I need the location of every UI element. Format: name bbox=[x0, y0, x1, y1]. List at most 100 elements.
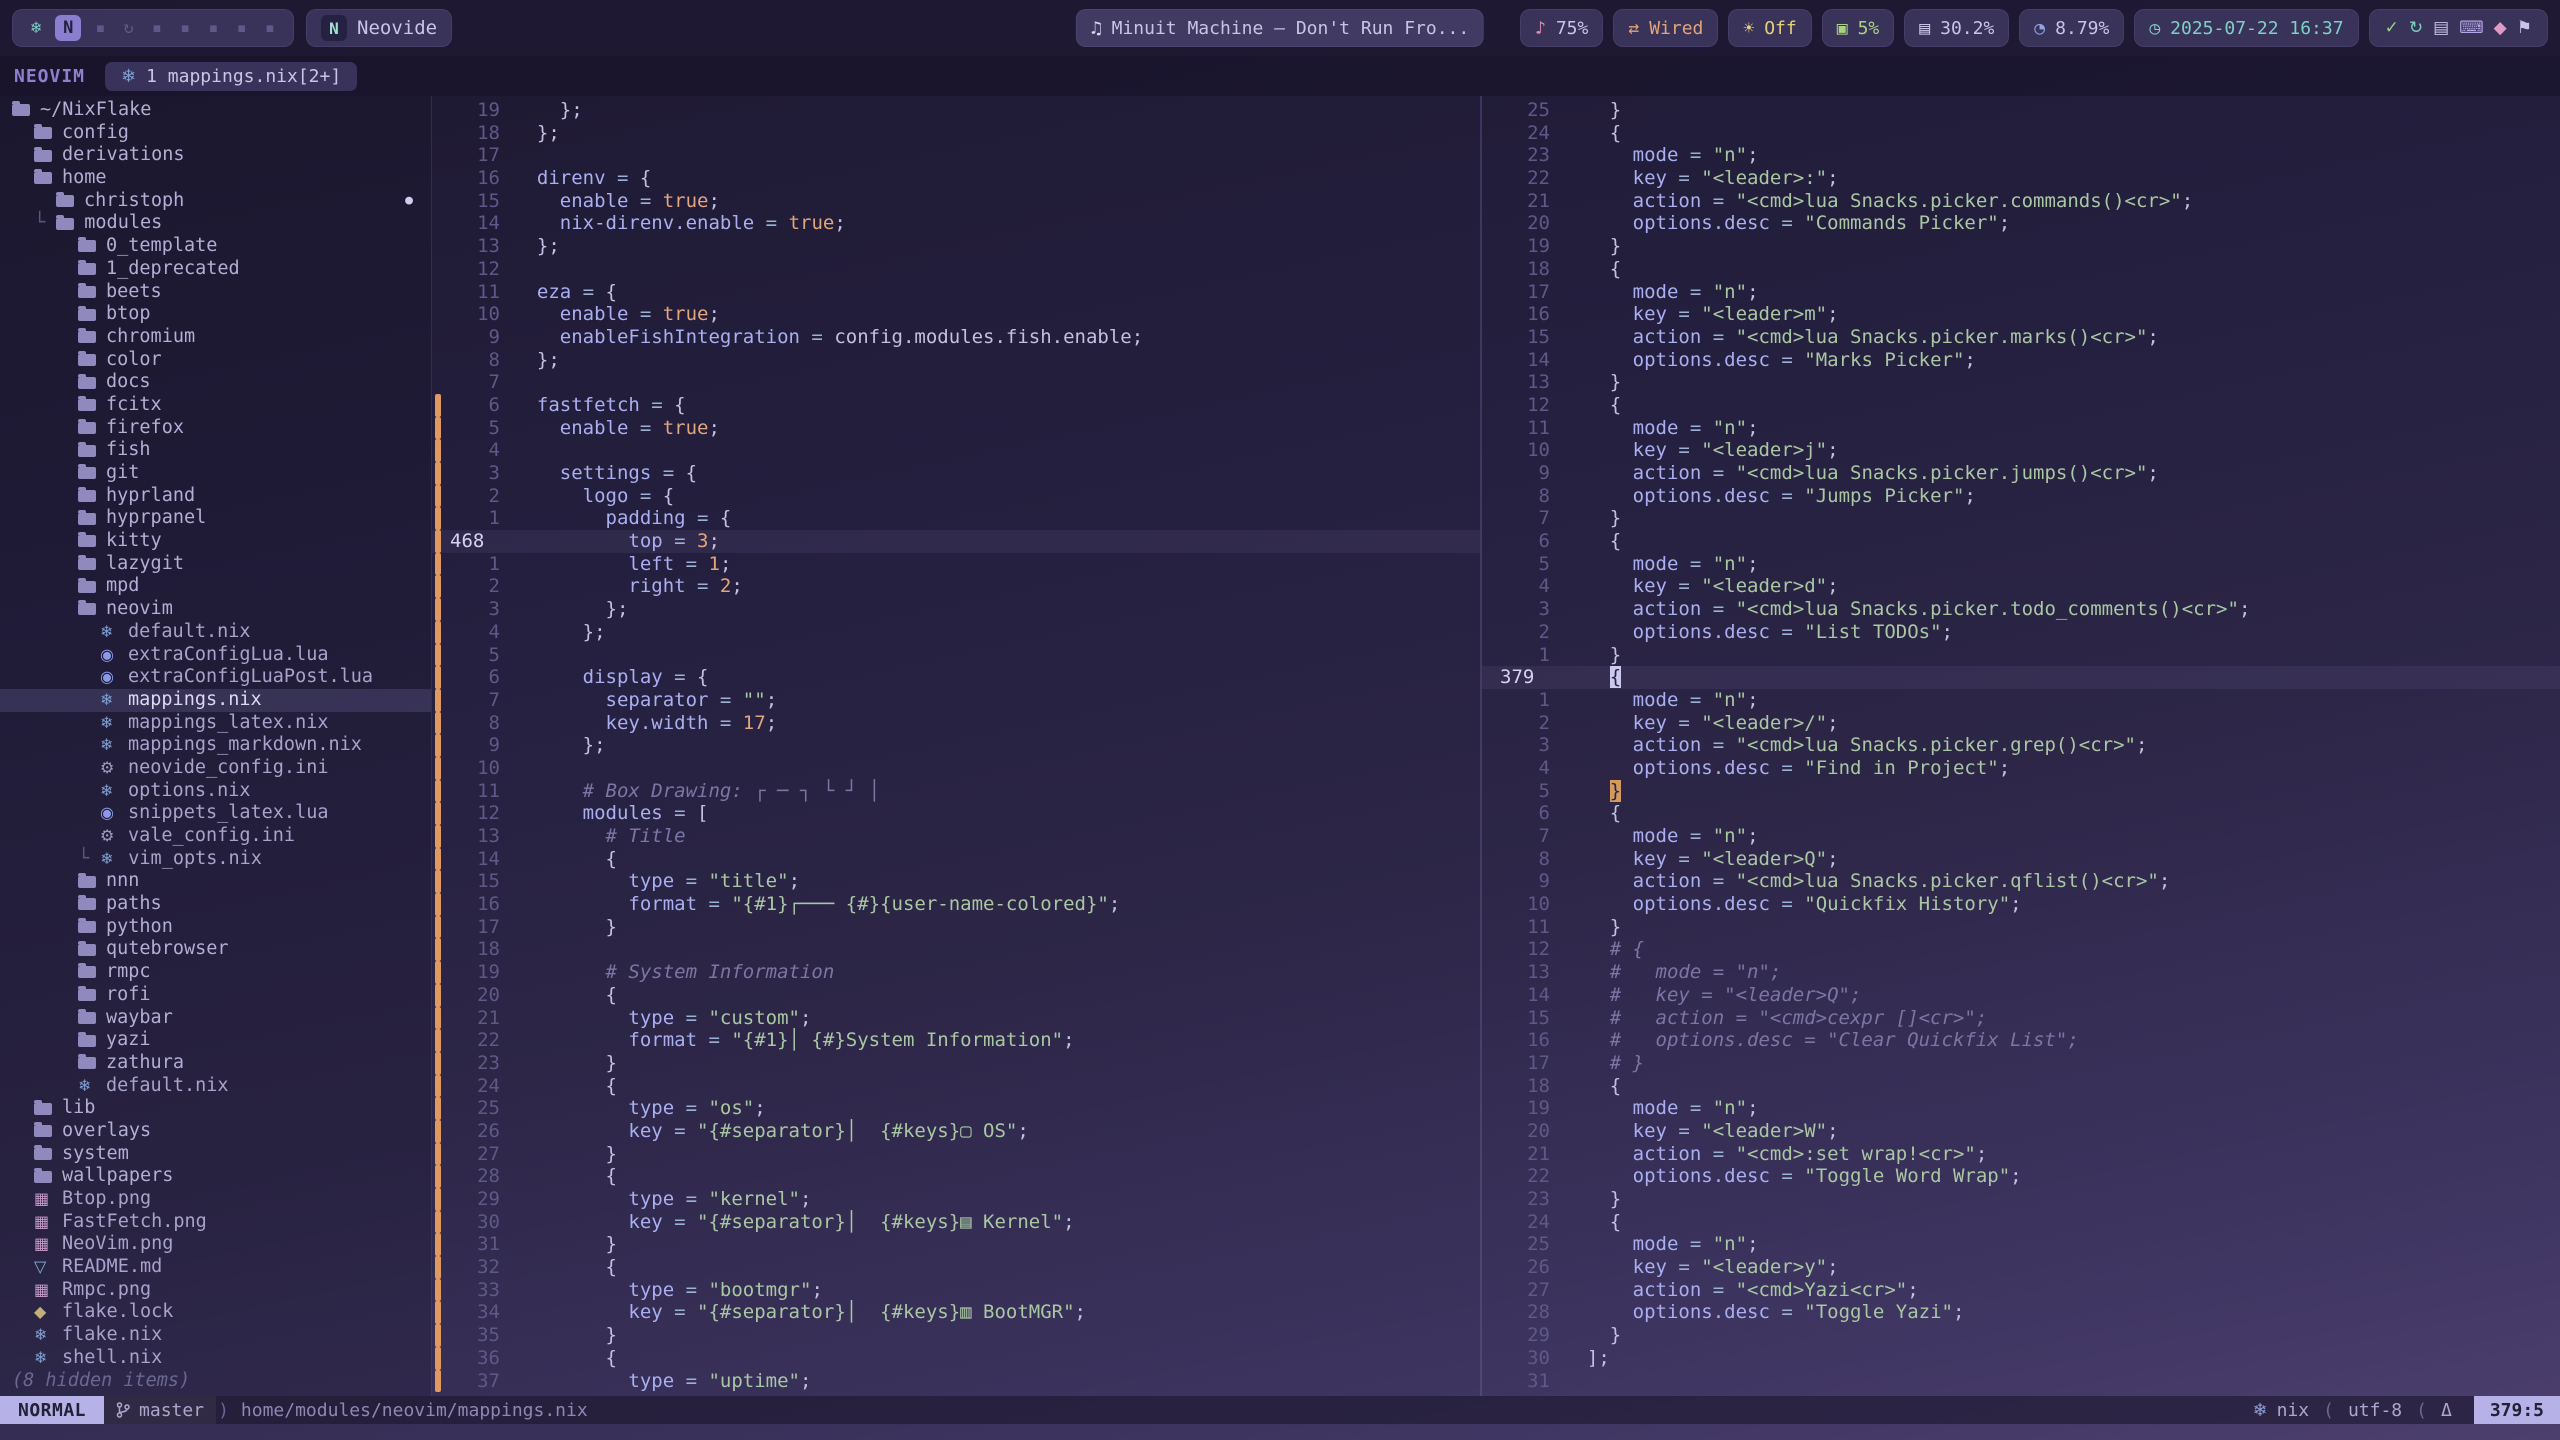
code-line[interactable]: 8 options.desc = "Jumps Picker"; bbox=[1482, 485, 2560, 508]
tree-item-flake.lock[interactable]: ◆flake.lock bbox=[0, 1301, 431, 1324]
code-line[interactable]: 4 options.desc = "Find in Project"; bbox=[1482, 757, 2560, 780]
code-line[interactable]: 22 format = "{#1}│ {#}System Information… bbox=[432, 1029, 1480, 1052]
tree-item-config[interactable]: config bbox=[0, 122, 431, 145]
code-line[interactable]: 2 options.desc = "List TODOs"; bbox=[1482, 621, 2560, 644]
code-line[interactable]: 2 logo = { bbox=[432, 485, 1480, 508]
tree-item-extraConfigLuaPost.lua[interactable]: ◉extraConfigLuaPost.lua bbox=[0, 666, 431, 689]
module-clock[interactable]: ◷2025-07-22 16:37 bbox=[2134, 9, 2358, 47]
code-line[interactable]: 21 type = "custom"; bbox=[432, 1007, 1480, 1030]
code-line[interactable]: 6 fastfetch = { bbox=[432, 394, 1480, 417]
workspace-7[interactable]: ▪ bbox=[204, 18, 222, 38]
code-line[interactable]: 14 nix-direnv.enable = true; bbox=[432, 212, 1480, 235]
code-line[interactable]: 13 }; bbox=[432, 235, 1480, 258]
code-line[interactable]: 9 action = "<cmd>lua Snacks.picker.qflis… bbox=[1482, 870, 2560, 893]
tree-item-chromium[interactable]: chromium bbox=[0, 326, 431, 349]
code-line[interactable]: 23 } bbox=[432, 1052, 1480, 1075]
code-line[interactable]: 21 action = "<cmd>lua Snacks.picker.comm… bbox=[1482, 190, 2560, 213]
code-line[interactable]: 13 # Title bbox=[432, 825, 1480, 848]
tree-item-rmpc[interactable]: rmpc bbox=[0, 961, 431, 984]
tree-item-git[interactable]: git bbox=[0, 462, 431, 485]
tree-item-shell.nix[interactable]: ❄shell.nix bbox=[0, 1347, 431, 1370]
code-line[interactable]: 16 format = "{#1}┌─── {#}{user-name-colo… bbox=[432, 893, 1480, 916]
code-line[interactable]: 14 # key = "<leader>Q"; bbox=[1482, 984, 2560, 1007]
code-line[interactable]: 30 ]; bbox=[1482, 1347, 2560, 1370]
code-line[interactable]: 24 { bbox=[1482, 122, 2560, 145]
tree-item-flake.nix[interactable]: ❄flake.nix bbox=[0, 1324, 431, 1347]
module-memory[interactable]: ▤30.2% bbox=[1904, 9, 2009, 47]
workspace-nixos[interactable]: ❄ bbox=[27, 18, 45, 38]
code-line[interactable]: 27 action = "<cmd>Yazi<cr>"; bbox=[1482, 1279, 2560, 1302]
code-line[interactable]: 6 { bbox=[1482, 802, 2560, 825]
code-line[interactable]: 4 bbox=[432, 439, 1480, 462]
code-line[interactable]: 24 { bbox=[1482, 1211, 2560, 1234]
code-line[interactable]: 10 key = "<leader>j"; bbox=[1482, 439, 2560, 462]
code-line[interactable]: 1 left = 1; bbox=[432, 553, 1480, 576]
tree-item-docs[interactable]: docs bbox=[0, 371, 431, 394]
tree-item-kitty[interactable]: kitty bbox=[0, 530, 431, 553]
code-line[interactable]: 28 { bbox=[432, 1165, 1480, 1188]
code-line[interactable]: 32 { bbox=[432, 1256, 1480, 1279]
tree-item-mappings.nix[interactable]: ❄mappings.nix bbox=[0, 689, 431, 712]
code-line[interactable]: 379 { bbox=[1482, 666, 2560, 689]
tree-item-NixFlake[interactable]: ~/NixFlake bbox=[0, 99, 431, 122]
sync-icon[interactable]: ↻ bbox=[2404, 18, 2428, 38]
code-line[interactable]: 34 key = "{#separator}│ {#keys}▥ BootMGR… bbox=[432, 1301, 1480, 1324]
keyboard-icon[interactable]: ⌨ bbox=[2454, 18, 2489, 38]
code-line[interactable]: 37 type = "uptime"; bbox=[432, 1370, 1480, 1393]
tree-item-hyprland[interactable]: hyprland bbox=[0, 485, 431, 508]
code-line[interactable]: 468 top = 3; bbox=[432, 530, 1480, 553]
code-line[interactable]: 14 options.desc = "Marks Picker"; bbox=[1482, 349, 2560, 372]
code-line[interactable]: 11 mode = "n"; bbox=[1482, 417, 2560, 440]
tab-mappings-nix[interactable]: ❄ 1 mappings.nix[2+] bbox=[105, 62, 357, 91]
code-line[interactable]: 7 separator = ""; bbox=[432, 689, 1480, 712]
tree-item-waybar[interactable]: waybar bbox=[0, 1007, 431, 1030]
module-disk[interactable]: ◔8.79% bbox=[2019, 9, 2124, 47]
code-line[interactable]: 31 bbox=[1482, 1370, 2560, 1393]
workspace-8[interactable]: ▪ bbox=[233, 18, 251, 38]
tree-item-options.nix[interactable]: ❄options.nix bbox=[0, 780, 431, 803]
code-line[interactable]: 13 } bbox=[1482, 371, 2560, 394]
code-line[interactable]: 15 # action = "<cmd>cexpr []<cr>"; bbox=[1482, 1007, 2560, 1030]
workspace-6[interactable]: ▪ bbox=[176, 18, 194, 38]
code-line[interactable]: 20 options.desc = "Commands Picker"; bbox=[1482, 212, 2560, 235]
media-player[interactable]: ♫ Minuit Machine – Don't Run Fro... bbox=[1076, 9, 1484, 47]
code-line[interactable]: 5 mode = "n"; bbox=[1482, 553, 2560, 576]
code-line[interactable]: 26 key = "{#separator}│ {#keys}▢ OS"; bbox=[432, 1120, 1480, 1143]
code-line[interactable]: 7 } bbox=[1482, 507, 2560, 530]
code-line[interactable]: 31 } bbox=[432, 1233, 1480, 1256]
tree-item-modules[interactable]: └ modules bbox=[0, 212, 431, 235]
tree-item-snippets_latex.lua[interactable]: ◉snippets_latex.lua bbox=[0, 802, 431, 825]
vpn-status-icon[interactable]: ✓ bbox=[2380, 18, 2404, 38]
tree-item-system[interactable]: system bbox=[0, 1143, 431, 1166]
code-line[interactable]: 23 } bbox=[1482, 1188, 2560, 1211]
color-picker-icon[interactable]: ◆ bbox=[2489, 18, 2512, 38]
tree-item-firefox[interactable]: firefox bbox=[0, 417, 431, 440]
workspace-5[interactable]: ▪ bbox=[148, 18, 166, 38]
tree-item-overlays[interactable]: overlays bbox=[0, 1120, 431, 1143]
tree-item-lib[interactable]: lib bbox=[0, 1097, 431, 1120]
tree-item-FastFetch.png[interactable]: ▦FastFetch.png bbox=[0, 1211, 431, 1234]
tree-item-extraConfigLua.lua[interactable]: ◉extraConfigLua.lua bbox=[0, 644, 431, 667]
code-line[interactable]: 10 bbox=[432, 757, 1480, 780]
tree-item-btop[interactable]: btop bbox=[0, 303, 431, 326]
display-icon[interactable]: ▤ bbox=[2428, 18, 2454, 38]
code-line[interactable]: 6 display = { bbox=[432, 666, 1480, 689]
code-line[interactable]: 3 }; bbox=[432, 598, 1480, 621]
code-line[interactable]: 11 } bbox=[1482, 916, 2560, 939]
tree-item-rofi[interactable]: rofi bbox=[0, 984, 431, 1007]
code-line[interactable]: 5 enable = true; bbox=[432, 417, 1480, 440]
code-line[interactable]: 15 enable = true; bbox=[432, 190, 1480, 213]
tree-item-0_template[interactable]: 0_template bbox=[0, 235, 431, 258]
code-line[interactable]: 12 { bbox=[1482, 394, 2560, 417]
code-line[interactable]: 25 mode = "n"; bbox=[1482, 1233, 2560, 1256]
tree-item-wallpapers[interactable]: wallpapers bbox=[0, 1165, 431, 1188]
tree-item-mappings_latex.nix[interactable]: ❄mappings_latex.nix bbox=[0, 712, 431, 735]
tree-item-christoph[interactable]: christoph● bbox=[0, 190, 431, 213]
code-line[interactable]: 14 { bbox=[432, 848, 1480, 871]
code-line[interactable]: 16 direnv = { bbox=[432, 167, 1480, 190]
tree-item-vim_opts.nix[interactable]: └ ❄vim_opts.nix bbox=[0, 848, 431, 871]
tree-item-nnn[interactable]: nnn bbox=[0, 870, 431, 893]
code-line[interactable]: 21 action = "<cmd>:set wrap!<cr>"; bbox=[1482, 1143, 2560, 1166]
editor-pane-left[interactable]: 19 };18 };1716 direnv = {15 enable = tru… bbox=[432, 96, 1482, 1396]
code-line[interactable]: 13 # mode = "n"; bbox=[1482, 961, 2560, 984]
